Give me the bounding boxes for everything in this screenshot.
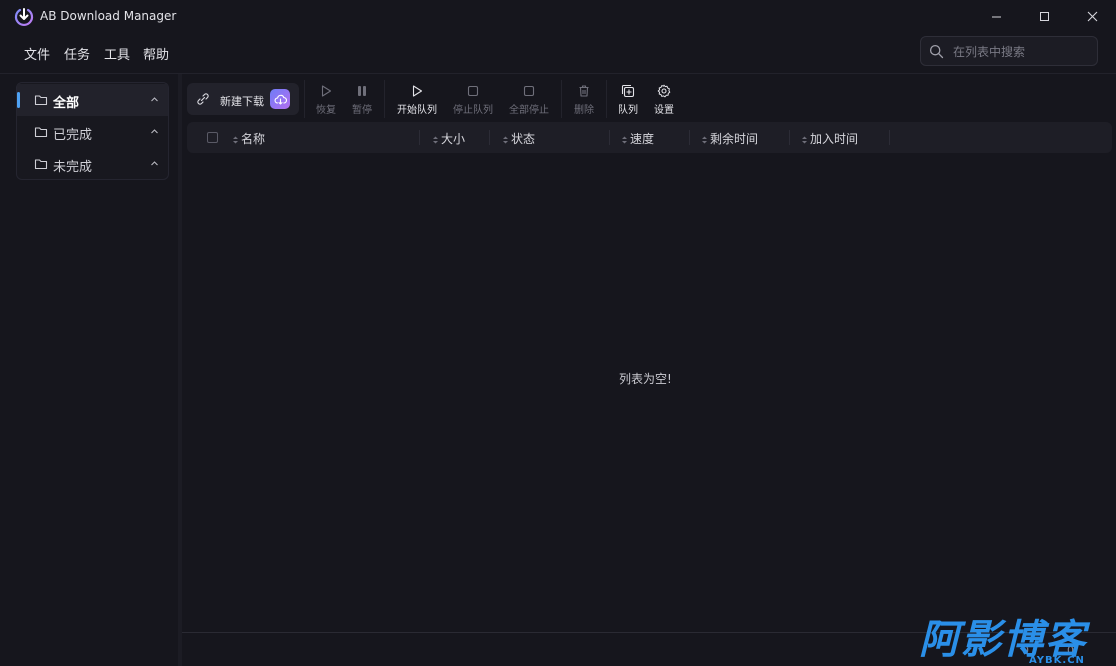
maximize-button[interactable] — [1021, 0, 1067, 33]
sort-icon — [802, 136, 807, 143]
empty-list-message: 列表为空! — [619, 372, 672, 386]
watermark-subtext: AYBK.CN — [1029, 655, 1085, 666]
settings-button[interactable]: 设置 — [648, 83, 680, 117]
queue-label: 队列 — [618, 105, 638, 116]
sidebar-item-label: 全部 — [53, 96, 80, 111]
stop-icon — [467, 85, 479, 97]
search-box — [920, 36, 1098, 66]
column-added-time[interactable]: 加入时间 — [801, 130, 858, 147]
column-name[interactable]: 名称 — [232, 130, 265, 147]
sort-icon — [702, 136, 707, 143]
pause-button[interactable]: 暂停 — [346, 83, 378, 117]
toolbar-separator — [304, 80, 305, 118]
column-separator[interactable] — [689, 130, 690, 145]
column-separator[interactable] — [489, 130, 490, 145]
queue-add-icon — [621, 84, 635, 98]
app-title: AB Download Manager — [40, 9, 177, 23]
play-icon — [321, 85, 332, 97]
menu-file[interactable]: 文件 — [24, 44, 50, 63]
close-button[interactable] — [1069, 0, 1115, 33]
toolbar-separator — [561, 80, 562, 118]
folder-icon — [34, 127, 48, 138]
new-download-label: 新建下载 — [220, 95, 264, 108]
column-remaining-time[interactable]: 剩余时间 — [701, 130, 758, 147]
column-label: 状态 — [511, 132, 536, 146]
column-speed[interactable]: 速度 — [621, 130, 654, 147]
sort-icon — [503, 136, 508, 143]
chevron-up-icon[interactable] — [150, 159, 159, 168]
pause-label: 暂停 — [352, 105, 372, 116]
column-separator[interactable] — [889, 130, 890, 145]
menu-tools[interactable]: 工具 — [104, 44, 130, 63]
sort-icon — [233, 136, 238, 143]
gear-icon — [657, 84, 671, 98]
column-label: 加入时间 — [810, 132, 859, 146]
active-indicator — [17, 92, 20, 108]
column-label: 大小 — [441, 132, 466, 146]
sidebar-item-completed[interactable]: 已完成 — [17, 116, 168, 148]
table-header: 名称 大小 状态 速度 剩余时间 加入时间 — [187, 122, 1112, 153]
sidebar-item-all[interactable]: 全部 — [17, 84, 168, 116]
column-separator[interactable] — [419, 130, 420, 145]
select-all-checkbox[interactable] — [207, 132, 218, 143]
app-logo-icon — [14, 8, 34, 27]
stop-queue-button[interactable]: 停止队列 — [448, 83, 498, 117]
stop-all-button[interactable]: 全部停止 — [504, 83, 554, 117]
sidebar-item-label: 已完成 — [53, 128, 93, 143]
minimize-button[interactable] — [973, 0, 1019, 33]
title-bar: AB Download Manager — [0, 0, 1116, 33]
cloud-download-button[interactable] — [270, 89, 290, 109]
toolbar-separator — [606, 80, 607, 118]
trash-icon — [579, 85, 589, 97]
column-label: 名称 — [241, 132, 266, 146]
stop-all-label: 全部停止 — [509, 105, 549, 116]
column-status[interactable]: 状态 — [502, 130, 535, 147]
sort-icon — [433, 136, 438, 143]
maximize-icon — [1039, 12, 1049, 21]
minimize-icon — [991, 16, 1001, 18]
delete-button[interactable]: 删除 — [568, 83, 600, 117]
delete-label: 删除 — [574, 105, 594, 116]
column-label: 剩余时间 — [710, 132, 759, 146]
queue-button[interactable]: 队列 — [612, 83, 644, 117]
new-download-button[interactable]: 新建下载 — [187, 83, 299, 115]
start-queue-button[interactable]: 开始队列 — [392, 83, 442, 117]
column-separator[interactable] — [609, 130, 610, 145]
chevron-up-icon[interactable] — [150, 95, 159, 104]
sidebar-item-incomplete[interactable]: 未完成 — [17, 148, 168, 180]
play-icon — [412, 85, 423, 97]
search-input[interactable] — [951, 41, 1095, 63]
folder-icon — [34, 159, 48, 170]
watermark-logo: 阿影博客 AYBK.CN — [919, 617, 1116, 666]
toolbar-separator — [384, 80, 385, 118]
search-icon — [929, 44, 944, 59]
close-icon — [1087, 11, 1097, 22]
resume-button[interactable]: 恢复 — [310, 83, 342, 117]
settings-label: 设置 — [654, 105, 674, 116]
sort-icon — [622, 136, 627, 143]
chevron-up-icon[interactable] — [150, 127, 159, 136]
column-size[interactable]: 大小 — [432, 130, 465, 147]
resume-label: 恢复 — [316, 105, 336, 116]
column-separator[interactable] — [789, 130, 790, 145]
sidebar-item-label: 未完成 — [53, 160, 93, 175]
cloud-download-icon — [274, 94, 287, 105]
stop-queue-label: 停止队列 — [453, 105, 493, 116]
folder-icon — [34, 95, 48, 106]
start-queue-label: 开始队列 — [397, 105, 437, 116]
column-label: 速度 — [630, 132, 655, 146]
link-icon — [197, 93, 209, 105]
pause-icon — [358, 86, 366, 96]
menu-help[interactable]: 帮助 — [143, 44, 169, 63]
stop-icon — [523, 85, 535, 97]
menu-tasks[interactable]: 任务 — [64, 44, 90, 63]
